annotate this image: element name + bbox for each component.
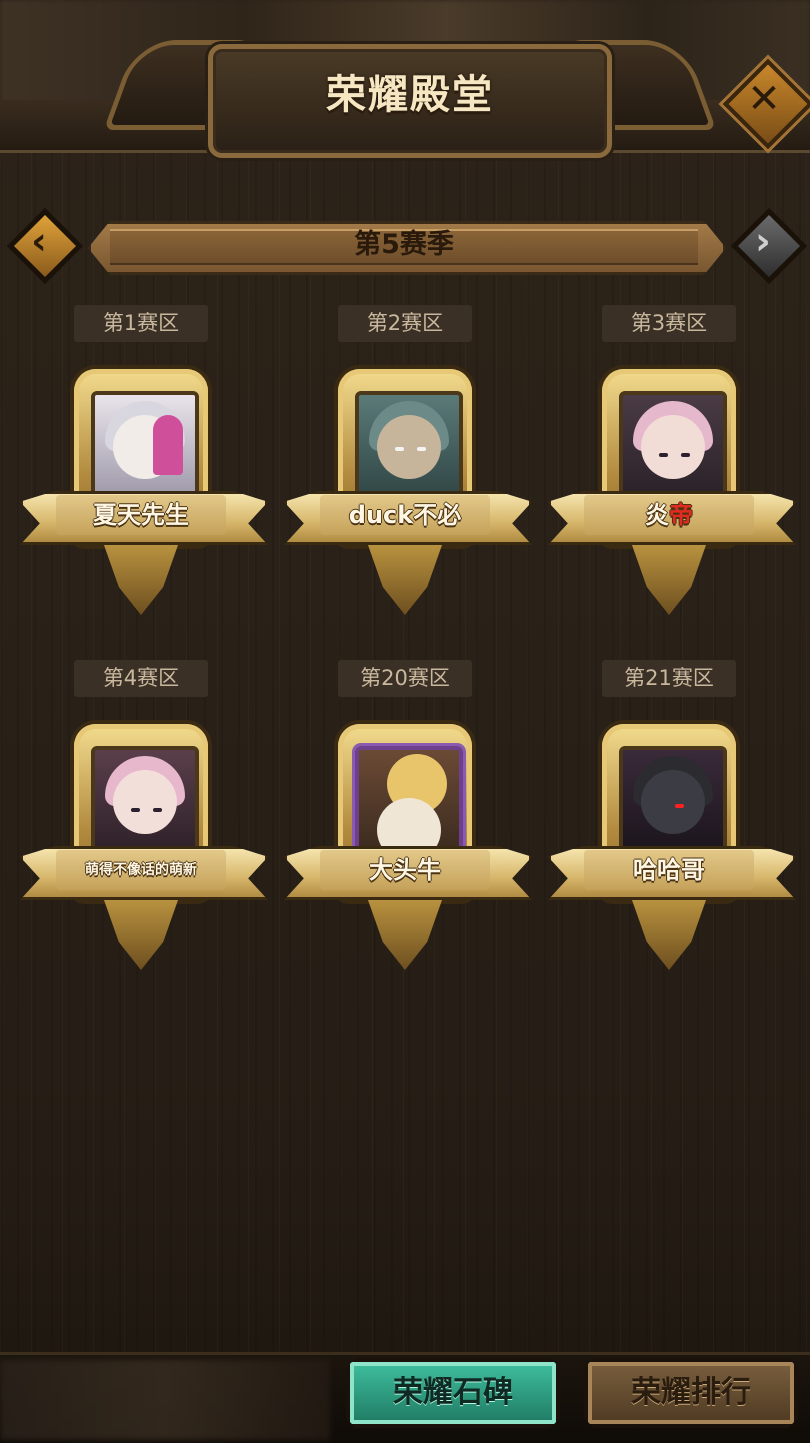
zone-label: 第2赛区 (338, 305, 472, 342)
avatar-eye (659, 453, 668, 457)
frame-tail (368, 900, 442, 970)
prev-season-button[interactable]: ‹ (6, 205, 84, 285)
champion-name: 夏天先生 (46, 497, 236, 533)
frame-tail (104, 900, 178, 970)
avatar-face (641, 770, 705, 834)
avatar-eye (417, 447, 426, 451)
avatar (355, 391, 463, 503)
zone-label: 第3赛区 (602, 305, 736, 342)
tab-glory-ranking-label: 荣耀排行 (631, 1375, 751, 1410)
zone-label: 第1赛区 (74, 305, 208, 342)
frame-tail (632, 545, 706, 615)
avatar (91, 746, 199, 858)
avatar (619, 746, 727, 858)
tab-glory-ranking[interactable]: 荣耀排行 (584, 1358, 798, 1428)
champion-card[interactable]: 第1赛区 夏天先生 (16, 305, 268, 635)
zone-label: 第21赛区 (602, 660, 736, 697)
champion-card[interactable]: 第2赛区 duck不必 (280, 305, 532, 635)
frame-tail (104, 545, 178, 615)
champion-name-text: 大头牛 (369, 856, 441, 884)
champion-name-text: 萌得不像话的萌新 (85, 862, 197, 878)
avatar-face (377, 415, 441, 479)
avatar-eye (395, 447, 404, 451)
avatar-eye (153, 808, 162, 812)
avatar-face (641, 415, 705, 479)
champion-name-highlight: 帝 (669, 501, 693, 529)
champion-name: 哈哈哥 (574, 852, 764, 888)
chevron-right-icon: › (755, 219, 771, 263)
frame-tail (368, 545, 442, 615)
avatar-face (113, 770, 177, 834)
tab-glory-stele[interactable]: 荣耀石碑 (346, 1358, 560, 1428)
champion-name-text: duck不必 (348, 501, 462, 529)
champion-card[interactable]: 第20赛区 大头牛 (280, 660, 532, 990)
tab-glory-stele-label: 荣耀石碑 (393, 1375, 513, 1410)
avatar (619, 391, 727, 503)
champion-card[interactable]: 第3赛区 炎帝 (544, 305, 796, 635)
avatar-eye (131, 808, 140, 812)
chevron-left-icon: ‹ (31, 219, 47, 263)
avatar (355, 746, 463, 858)
close-icon: ✕ (747, 76, 781, 122)
zone-label: 第4赛区 (74, 660, 208, 697)
champion-name: duck不必 (310, 497, 500, 533)
bottom-backdrop (0, 1360, 330, 1440)
next-season-button[interactable]: › (730, 205, 808, 285)
avatar-hair-accent (153, 415, 183, 475)
champion-name-text: 哈哈哥 (633, 856, 705, 884)
page-title: 荣耀殿堂 (326, 72, 494, 118)
champion-name-text: 夏天先生 (93, 501, 189, 529)
champion-name: 大头牛 (310, 852, 500, 888)
frame-tail (632, 900, 706, 970)
zone-label: 第20赛区 (338, 660, 472, 697)
avatar-eye (675, 804, 684, 808)
champion-card[interactable]: 第4赛区 萌得不像话的萌新 (16, 660, 268, 990)
close-button[interactable]: ✕ (722, 58, 810, 150)
champion-card[interactable]: 第21赛区 哈哈哥 (544, 660, 796, 990)
champion-name: 炎帝 (574, 497, 764, 533)
avatar-eye (681, 453, 690, 457)
avatar (91, 391, 199, 503)
champion-name-text: 炎 (645, 501, 669, 529)
season-label: 第5赛季 (354, 229, 454, 260)
champion-name: 萌得不像话的萌新 (46, 852, 236, 888)
